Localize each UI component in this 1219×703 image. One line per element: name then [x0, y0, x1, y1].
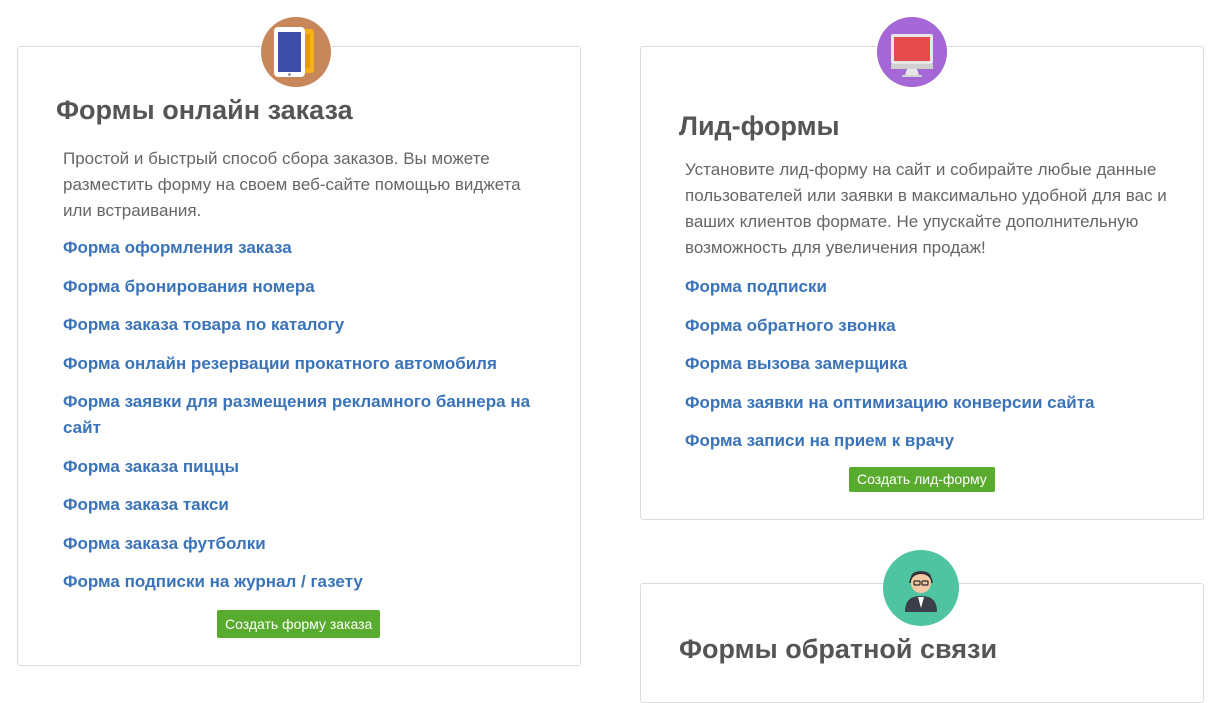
order-forms-link-list: Форма оформления заказа Форма бронирован… [63, 235, 533, 608]
link-magazine-subscription[interactable]: Форма подписки на журнал / газету [63, 569, 533, 595]
create-lead-form-button[interactable]: Создать лид-форму [849, 467, 995, 492]
link-measurer-call[interactable]: Форма вызова замерщика [685, 351, 1165, 377]
link-subscription[interactable]: Форма подписки [685, 274, 1165, 300]
order-forms-title: Формы онлайн заказа [56, 95, 353, 125]
order-forms-card: Формы онлайн заказа Простой и быстрый сп… [17, 46, 581, 666]
link-taxi-order[interactable]: Форма заказа такси [63, 492, 533, 518]
link-room-booking[interactable]: Форма бронирования номера [63, 274, 533, 300]
link-tshirt-order[interactable]: Форма заказа футболки [63, 531, 533, 557]
link-pizza-order[interactable]: Форма заказа пиццы [63, 454, 533, 480]
tablet-icon [261, 17, 331, 87]
lead-forms-description: Установите лид-форму на сайт и собирайте… [685, 160, 1167, 257]
link-banner-placement[interactable]: Форма заявки для размещения рекламного б… [63, 389, 533, 441]
link-callback[interactable]: Форма обратного звонка [685, 313, 1165, 339]
link-catalog-order[interactable]: Форма заказа товара по каталогу [63, 312, 533, 338]
order-forms-description: Простой и быстрый способ сбора заказов. … [63, 149, 521, 220]
create-order-form-button[interactable]: Создать форму заказа [217, 610, 381, 638]
monitor-icon [877, 17, 947, 87]
lead-forms-link-list: Форма подписки Форма обратного звонка Фо… [685, 274, 1165, 467]
link-conversion-optimization[interactable]: Форма заявки на оптимизацию конверсии са… [685, 390, 1165, 416]
feedback-forms-title: Формы обратной связи [679, 634, 998, 664]
support-agent-icon [883, 550, 959, 626]
lead-forms-title: Лид-формы [679, 111, 840, 141]
link-doctor-appointment[interactable]: Форма записи на прием к врачу [685, 428, 1165, 454]
link-car-rental[interactable]: Форма онлайн резервации прокатного автом… [63, 351, 533, 377]
link-order-checkout[interactable]: Форма оформления заказа [63, 235, 533, 261]
lead-forms-card: Лид-формы Установите лид-форму на сайт и… [640, 46, 1204, 520]
